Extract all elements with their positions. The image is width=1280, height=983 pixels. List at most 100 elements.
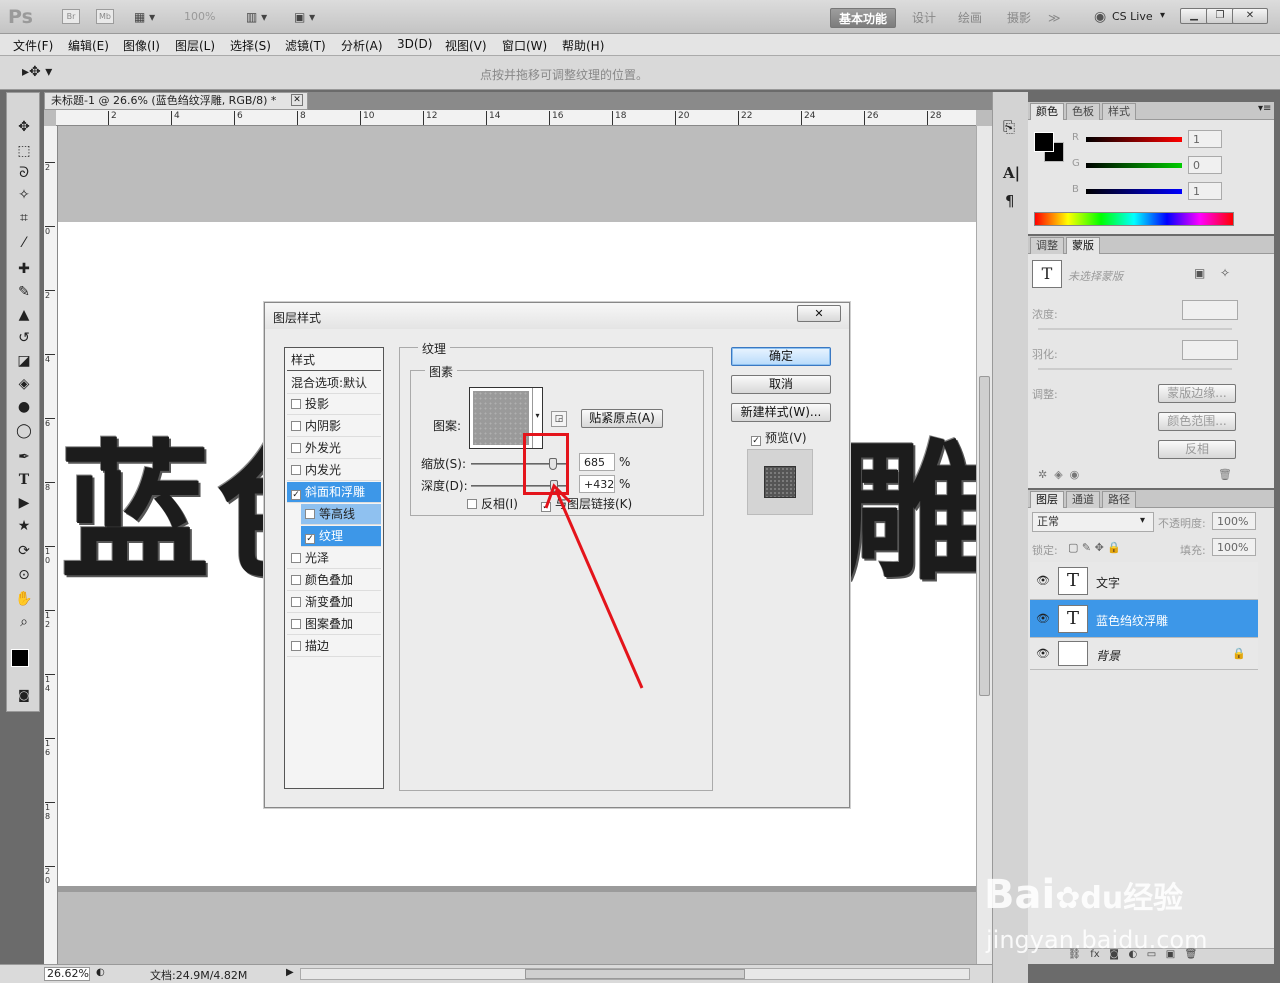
style-check-icon[interactable]: ✓ bbox=[305, 534, 315, 544]
mask-footer-icons[interactable]: ✲ ◈ ◉ bbox=[1038, 468, 1079, 481]
status-zoom[interactable]: 26.62% bbox=[44, 967, 90, 981]
b-slider[interactable] bbox=[1086, 189, 1182, 194]
cancel-button[interactable]: 取消 bbox=[731, 375, 831, 394]
tab-paths[interactable]: 路径 bbox=[1102, 491, 1136, 508]
zoom-level[interactable]: 100% bbox=[184, 10, 215, 23]
style-check-icon[interactable] bbox=[305, 509, 315, 519]
history-icon[interactable]: ⎘ bbox=[1003, 118, 1015, 136]
character-icon[interactable]: A| bbox=[1003, 164, 1020, 182]
style-item[interactable]: 投影 bbox=[287, 394, 381, 415]
quick-mask-icon[interactable]: ◙ bbox=[13, 685, 35, 705]
style-item[interactable]: ✓ 斜面和浮雕 bbox=[287, 482, 381, 503]
move-tool-icon[interactable]: ✥ bbox=[13, 117, 35, 137]
visibility-eye-icon[interactable]: 👁 bbox=[1036, 647, 1050, 660]
screen-mode-icon[interactable]: ▣ ▾ bbox=[294, 10, 315, 24]
scrollbar-thumb[interactable] bbox=[979, 376, 990, 696]
color-ramp[interactable] bbox=[1034, 212, 1234, 226]
workspace-more[interactable]: ≫ bbox=[1040, 8, 1069, 28]
style-check-icon[interactable] bbox=[291, 443, 301, 453]
color-range-button[interactable]: 颜色范围... bbox=[1158, 412, 1236, 431]
layer-row-background[interactable]: 👁 背景 🔒 bbox=[1030, 638, 1258, 670]
shape-tool-icon[interactable]: ★ bbox=[13, 516, 35, 536]
style-item[interactable]: 等高线 bbox=[301, 504, 381, 525]
menu-filter[interactable]: 滤镜(T) bbox=[285, 37, 326, 54]
pen-tool-icon[interactable]: ✒ bbox=[13, 447, 35, 467]
status-menu-arrow-icon[interactable]: ▶ bbox=[286, 967, 294, 978]
stamp-tool-icon[interactable]: ▲ bbox=[13, 305, 35, 325]
preview-checkbox[interactable]: ✓ 预览(V) bbox=[751, 429, 807, 446]
visibility-eye-icon[interactable]: 👁 bbox=[1036, 612, 1050, 625]
style-item[interactable]: 颜色叠加 bbox=[287, 570, 381, 591]
minibridge-icon[interactable]: Mb bbox=[96, 9, 114, 24]
menu-view[interactable]: 视图(V) bbox=[445, 37, 487, 54]
view-extras-icon[interactable]: ▦ ▾ bbox=[134, 10, 155, 24]
foreground-color-swatch[interactable] bbox=[11, 649, 29, 667]
style-check-icon[interactable] bbox=[291, 399, 301, 409]
style-item[interactable]: 内阴影 bbox=[287, 416, 381, 437]
style-check-icon[interactable] bbox=[291, 553, 301, 563]
healing-brush-tool-icon[interactable]: ✚ bbox=[13, 259, 35, 279]
layer-row[interactable]: 👁 T 文字 bbox=[1030, 562, 1258, 600]
menu-edit[interactable]: 编辑(E) bbox=[68, 37, 109, 54]
3d-orbit-tool-icon[interactable]: ⊙ bbox=[13, 565, 35, 585]
dialog-close-button[interactable]: ✕ bbox=[797, 305, 841, 322]
lasso-tool-icon[interactable]: ᘐ bbox=[13, 163, 35, 183]
menu-3d[interactable]: 3D(D) bbox=[397, 37, 432, 51]
r-slider[interactable] bbox=[1086, 137, 1182, 142]
paint-bucket-tool-icon[interactable]: ◈ bbox=[13, 374, 35, 394]
tab-channels[interactable]: 通道 bbox=[1066, 491, 1100, 508]
menu-window[interactable]: 窗口(W) bbox=[502, 37, 547, 54]
style-item[interactable]: 外发光 bbox=[287, 438, 381, 459]
paragraph-icon[interactable]: ¶ bbox=[1005, 192, 1015, 210]
bridge-icon[interactable]: Br bbox=[62, 9, 80, 24]
style-item[interactable]: 渐变叠加 bbox=[287, 592, 381, 613]
zoom-tool-icon[interactable]: ⌕ bbox=[13, 612, 35, 632]
new-style-button[interactable]: 新建样式(W)... bbox=[731, 403, 831, 422]
hscroll-thumb[interactable] bbox=[525, 969, 745, 979]
density-input[interactable] bbox=[1182, 300, 1238, 320]
status-info-icon[interactable]: ◐ bbox=[96, 967, 105, 978]
style-check-icon[interactable] bbox=[291, 597, 301, 607]
tab-adjustments[interactable]: 调整 bbox=[1030, 237, 1064, 254]
feather-slider[interactable] bbox=[1038, 368, 1232, 370]
invert-button[interactable]: 反相 bbox=[1158, 440, 1236, 459]
b-value[interactable]: 1 bbox=[1188, 182, 1222, 200]
visibility-eye-icon[interactable]: 👁 bbox=[1036, 574, 1050, 587]
menu-select[interactable]: 选择(S) bbox=[230, 37, 271, 54]
new-preset-icon[interactable]: ◲ bbox=[551, 411, 567, 427]
minimize-button[interactable]: ▁ bbox=[1180, 8, 1208, 24]
close-button[interactable]: ✕ bbox=[1232, 8, 1268, 24]
marquee-tool-icon[interactable]: ⬚ bbox=[13, 141, 35, 161]
type-tool-icon[interactable]: T bbox=[13, 470, 35, 490]
style-item[interactable]: 图案叠加 bbox=[287, 614, 381, 635]
mask-trash-icon[interactable]: 🗑 bbox=[1218, 468, 1232, 481]
history-brush-tool-icon[interactable]: ↺ bbox=[13, 328, 35, 348]
path-select-tool-icon[interactable]: ▶ bbox=[13, 493, 35, 513]
close-tab-icon[interactable]: ✕ bbox=[291, 94, 303, 106]
style-check-icon[interactable]: ✓ bbox=[291, 490, 301, 500]
add-vector-mask-icon[interactable]: ✧ bbox=[1220, 266, 1230, 280]
r-value[interactable]: 1 bbox=[1188, 130, 1222, 148]
menu-analysis[interactable]: 分析(A) bbox=[341, 37, 383, 54]
styles-header[interactable]: 样式 bbox=[287, 350, 381, 371]
opacity-input[interactable]: 100% bbox=[1212, 512, 1256, 530]
document-tab[interactable]: 未标题-1 @ 26.6% (蓝色绉纹浮雕, RGB/8) * ✕ bbox=[44, 92, 308, 110]
feather-input[interactable] bbox=[1182, 340, 1238, 360]
hand-tool-icon[interactable]: ✋ bbox=[13, 589, 35, 609]
style-item[interactable]: 内发光 bbox=[287, 460, 381, 481]
style-check-icon[interactable] bbox=[291, 465, 301, 475]
vertical-scrollbar[interactable] bbox=[976, 126, 992, 964]
tab-swatches[interactable]: 色板 bbox=[1066, 103, 1100, 120]
crop-tool-icon[interactable]: ⌗ bbox=[13, 208, 35, 228]
ok-button[interactable]: 确定 bbox=[731, 347, 831, 366]
dodge-tool-icon[interactable]: ◯ bbox=[13, 421, 35, 441]
brush-tool-icon[interactable]: ✎ bbox=[13, 282, 35, 302]
eraser-tool-icon[interactable]: ◪ bbox=[13, 351, 35, 371]
g-value[interactable]: 0 bbox=[1188, 156, 1222, 174]
blur-tool-icon[interactable]: ● bbox=[13, 397, 35, 417]
fill-input[interactable]: 100% bbox=[1212, 538, 1256, 556]
cslive-menu[interactable]: CS Live bbox=[1112, 10, 1153, 23]
g-slider[interactable] bbox=[1086, 163, 1182, 168]
style-item[interactable]: 描边 bbox=[287, 636, 381, 657]
blend-options-item[interactable]: 混合选项:默认 bbox=[287, 373, 381, 394]
